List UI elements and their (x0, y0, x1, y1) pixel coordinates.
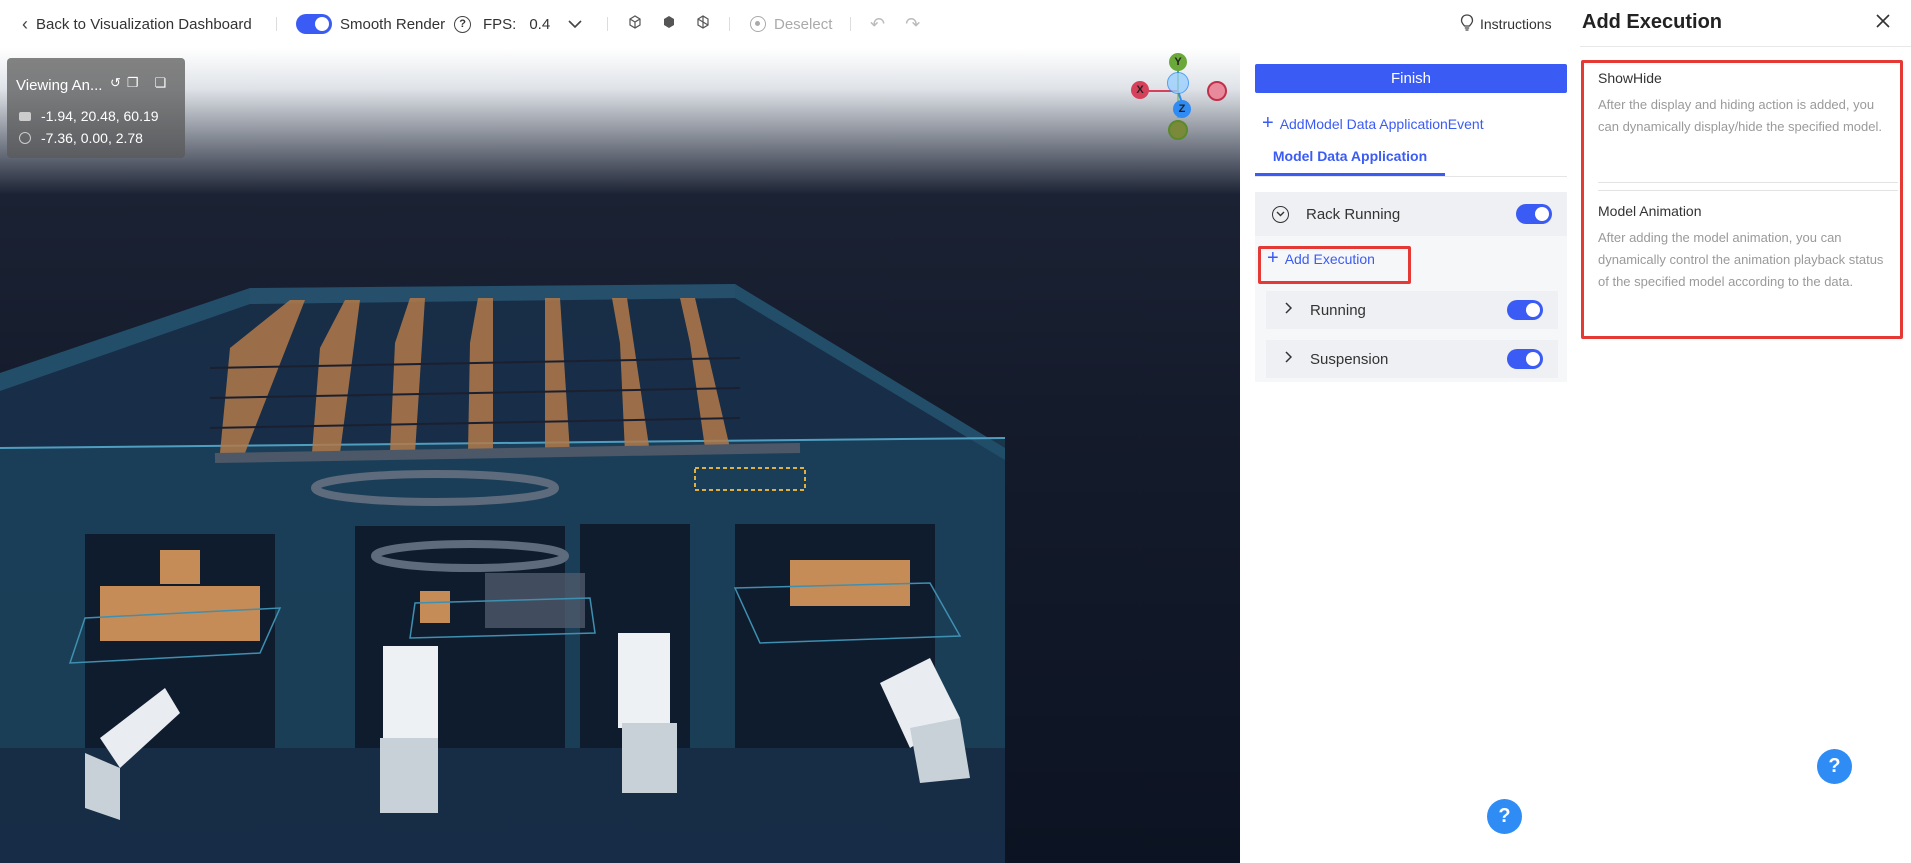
target-icon (19, 132, 31, 144)
finish-button[interactable]: Finish (1255, 64, 1567, 93)
add-event-label: AddModel Data ApplicationEvent (1279, 115, 1484, 132)
axis-z-label[interactable]: Z (1173, 100, 1191, 118)
axis-neg-y-dot[interactable] (1168, 120, 1188, 140)
fps-value: 0.4 (529, 15, 551, 33)
camera-info-panel: Viewing An... ↺ ❐ ❏ -1.94, 20.48, 60.19 … (7, 58, 185, 158)
back-button[interactable]: ‹ Back to Visualization Dashboard (22, 0, 252, 48)
target-coords: -7.36, 0.00, 2.78 (41, 130, 143, 146)
highlight-add-execution (1258, 246, 1411, 284)
execution-item-suspension[interactable]: Suspension (1266, 340, 1558, 378)
close-icon[interactable] (1875, 13, 1891, 34)
event-group-header[interactable]: Rack Running (1255, 192, 1567, 236)
chevron-left-icon: ‹ (22, 13, 28, 34)
collapse-icon[interactable] (1272, 205, 1289, 223)
axis-center-dot (1167, 72, 1189, 94)
lightbulb-icon (1460, 13, 1474, 35)
smooth-render-toggle[interactable] (296, 14, 332, 34)
divider (729, 17, 730, 31)
event-config-panel: Finish + AddModel Data ApplicationEvent … (1240, 48, 1580, 863)
execution-label-running: Running (1310, 301, 1366, 319)
copy-icon[interactable]: ❐ (127, 75, 139, 91)
divider (607, 17, 608, 31)
back-label: Back to Visualization Dashboard (36, 15, 252, 33)
drawer-divider (1580, 46, 1911, 47)
axis-gizmo[interactable]: Y X Z (1125, 53, 1227, 158)
suspension-toggle[interactable] (1507, 349, 1543, 369)
instructions-link[interactable]: Instructions (1480, 16, 1552, 32)
divider (276, 17, 277, 31)
cube-solid-icon[interactable] (662, 15, 676, 33)
axis-neg-x-dot[interactable] (1207, 81, 1227, 101)
paste-icon[interactable]: ❏ (155, 75, 167, 91)
divider (850, 17, 851, 31)
reset-view-icon[interactable]: ↺ (110, 75, 121, 91)
help-circle-icon[interactable]: ? (454, 15, 472, 33)
fps-label: FPS: (483, 15, 517, 33)
tab-divider (1255, 176, 1567, 177)
chevron-right-icon[interactable] (1285, 350, 1293, 368)
cube-wire-icon[interactable] (696, 15, 710, 33)
event-group-label: Rack Running (1306, 205, 1401, 223)
smooth-render-label: Smooth Render (340, 15, 446, 33)
help-button[interactable]: ? (1487, 799, 1522, 834)
drawer-title: Add Execution (1582, 11, 1723, 33)
add-event-link[interactable]: + AddModel Data ApplicationEvent (1262, 112, 1484, 135)
deselect-button[interactable]: Deselect (774, 16, 832, 33)
undo-icon[interactable]: ↶ (870, 14, 885, 35)
rack-running-toggle[interactable] (1516, 204, 1552, 224)
chevron-right-icon[interactable] (1285, 301, 1293, 319)
viewing-angle-title: Viewing An... (16, 77, 103, 94)
axis-y-label[interactable]: Y (1169, 53, 1187, 71)
warehouse-scene (0, 284, 1006, 863)
tab-model-data-application[interactable]: Model Data Application (1255, 138, 1445, 176)
add-execution-drawer: Add Execution ShowHide After the display… (1580, 0, 1911, 863)
help-button[interactable]: ? (1817, 749, 1852, 784)
cube-outline-icon[interactable] (628, 15, 642, 33)
running-toggle[interactable] (1507, 300, 1543, 320)
chevron-down-icon[interactable] (568, 16, 582, 33)
camera-coords: -1.94, 20.48, 60.19 (41, 108, 159, 124)
top-toolbar: ‹ Back to Visualization Dashboard Smooth… (0, 0, 1580, 48)
deselect-icon (750, 16, 766, 32)
highlight-action-cards (1581, 60, 1903, 339)
redo-icon[interactable]: ↷ (905, 14, 920, 35)
3d-viewport[interactable]: Viewing An... ↺ ❐ ❏ -1.94, 20.48, 60.19 … (0, 48, 1240, 863)
plus-icon: + (1262, 112, 1274, 134)
execution-item-running[interactable]: Running (1266, 291, 1558, 329)
camera-icon (19, 111, 31, 121)
axis-x-label[interactable]: X (1131, 81, 1149, 99)
execution-label-suspension: Suspension (1310, 350, 1389, 368)
